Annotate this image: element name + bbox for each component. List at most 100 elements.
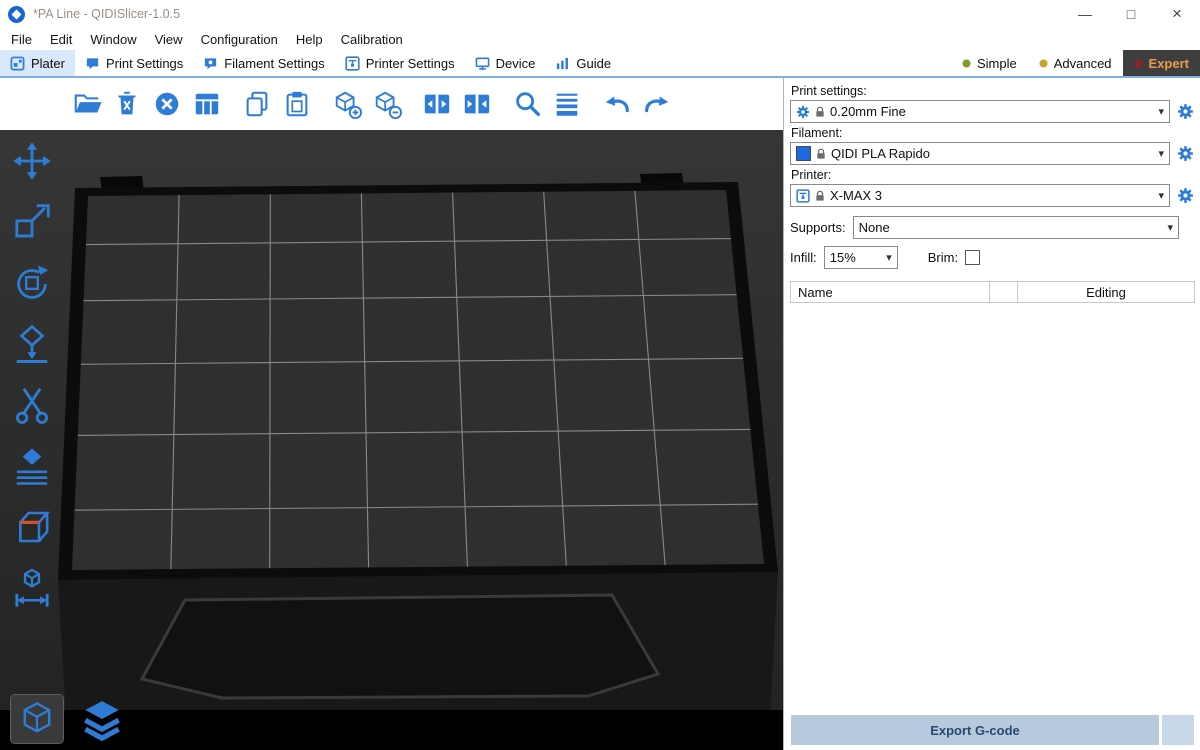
move-icon (11, 140, 53, 182)
mode-simple[interactable]: Simple (951, 50, 1028, 76)
chevron-down-icon: ▾ (1167, 221, 1173, 234)
delete-object-button[interactable] (110, 84, 144, 124)
variable-layer-height-button[interactable] (550, 84, 584, 124)
menu-help[interactable]: Help (287, 28, 332, 50)
tab-printer-settings[interactable]: Printer Settings (335, 50, 465, 76)
search-button[interactable] (510, 84, 544, 124)
tab-print-settings-label: Print Settings (106, 56, 183, 71)
tab-plater-label: Plater (31, 56, 65, 71)
undo-button[interactable] (600, 84, 634, 124)
editor-3d-view-button[interactable] (10, 694, 64, 744)
cut-tool-button[interactable] (8, 382, 56, 428)
printer-combo[interactable]: X-MAX 3 ▾ (790, 184, 1170, 207)
object-list-body[interactable] (790, 303, 1195, 713)
dimensions-tool-button[interactable] (8, 565, 56, 611)
delete-all-button[interactable] (150, 84, 184, 124)
simple-mode-dot-icon (962, 59, 971, 68)
object-list-header: Name Editing (790, 281, 1195, 303)
mode-simple-label: Simple (977, 56, 1017, 71)
filament-gear-button[interactable] (1175, 144, 1195, 164)
menu-view[interactable]: View (146, 28, 192, 50)
menu-configuration[interactable]: Configuration (192, 28, 287, 50)
window-title: *PA Line - QIDISlicer-1.0.5 (33, 7, 180, 21)
infill-combo[interactable]: 15% ▾ (824, 246, 898, 269)
advanced-mode-dot-icon (1039, 59, 1048, 68)
measure-cube-icon (11, 506, 53, 548)
printer-gear-button[interactable] (1175, 186, 1195, 206)
mode-expert-label: Expert (1149, 56, 1189, 71)
place-on-face-tool-button[interactable] (8, 321, 56, 367)
column-editing[interactable]: Editing (1017, 281, 1195, 303)
plater-toolbar (0, 78, 783, 130)
filament-combo[interactable]: QIDI PLA Rapido ▾ (790, 142, 1170, 165)
close-button[interactable]: × (1154, 0, 1200, 28)
view-toggle-bar (10, 694, 130, 744)
tab-device[interactable]: Device (465, 50, 546, 76)
object-list: Name Editing (790, 281, 1195, 713)
redo-button[interactable] (640, 84, 674, 124)
column-name[interactable]: Name (790, 281, 990, 303)
filament-color-swatch (796, 146, 811, 161)
seam-tool-button[interactable] (8, 443, 56, 489)
export-gcode-button[interactable]: Export G-code (791, 715, 1159, 745)
tab-print-settings[interactable]: Print Settings (75, 50, 193, 76)
tab-filament-settings[interactable]: Filament Settings (193, 50, 334, 76)
redo-arrow-icon (642, 89, 672, 119)
rotate-tool-button[interactable] (8, 260, 56, 306)
menu-bar: File Edit Window View Configuration Help… (0, 28, 1200, 50)
gear-icon (1177, 187, 1194, 204)
chevron-down-icon: ▾ (1158, 105, 1164, 118)
menu-calibration[interactable]: Calibration (332, 28, 412, 50)
menu-edit[interactable]: Edit (41, 28, 81, 50)
measure-tool-button[interactable] (8, 504, 56, 550)
open-project-button[interactable] (70, 84, 104, 124)
maximize-button[interactable]: □ (1108, 0, 1154, 28)
print-settings-combo[interactable]: 0.20mm Fine ▾ (790, 100, 1170, 123)
tab-plater[interactable]: Plater (0, 50, 75, 76)
print-settings-gear-button[interactable] (1175, 102, 1195, 122)
paste-button[interactable] (280, 84, 314, 124)
filament-label: Filament: (791, 126, 1195, 140)
menu-file[interactable]: File (2, 28, 41, 50)
supports-value: None (859, 220, 890, 235)
infill-value: 15% (830, 250, 856, 265)
brim-checkbox[interactable] (965, 250, 980, 265)
copy-button[interactable] (240, 84, 274, 124)
place-on-face-icon (11, 323, 53, 365)
arrange-button[interactable] (190, 84, 224, 124)
gear-icon (1177, 145, 1194, 162)
delete-all-icon (152, 89, 182, 119)
scale-tool-button[interactable] (8, 199, 56, 245)
mode-advanced[interactable]: Advanced (1028, 50, 1123, 76)
mode-expert[interactable]: Expert (1123, 50, 1200, 76)
mode-switcher: Simple Advanced Expert (951, 50, 1200, 76)
chevron-down-icon: ▾ (886, 251, 892, 264)
split-parts-button[interactable] (460, 84, 494, 124)
3d-canvas[interactable] (0, 130, 783, 750)
scissors-icon (11, 384, 53, 426)
printer-icon (796, 189, 810, 203)
lock-icon (815, 106, 825, 118)
add-instance-button[interactable] (330, 84, 364, 124)
gizmo-toolbar (8, 138, 56, 611)
remove-instance-icon (372, 89, 402, 119)
move-tool-button[interactable] (8, 138, 56, 184)
gear-icon (1177, 103, 1194, 120)
layer-height-icon (552, 89, 582, 119)
lock-icon (816, 148, 826, 160)
dimensions-icon (11, 567, 53, 609)
tab-guide[interactable]: Guide (545, 50, 621, 76)
minimize-button[interactable]: — (1062, 0, 1108, 28)
tab-filament-settings-label: Filament Settings (224, 56, 324, 71)
search-icon (512, 89, 542, 119)
infill-label: Infill: (790, 250, 817, 265)
export-options-button[interactable] (1162, 715, 1194, 745)
layers-preview-button[interactable] (74, 694, 130, 744)
menu-window[interactable]: Window (81, 28, 145, 50)
remove-instance-button[interactable] (370, 84, 404, 124)
supports-combo[interactable]: None ▾ (853, 216, 1179, 239)
tab-bar: Plater Print Settings Filament Settings … (0, 50, 1200, 78)
split-objects-button[interactable] (420, 84, 454, 124)
seam-icon (11, 445, 53, 487)
export-row: Export G-code (790, 713, 1195, 747)
